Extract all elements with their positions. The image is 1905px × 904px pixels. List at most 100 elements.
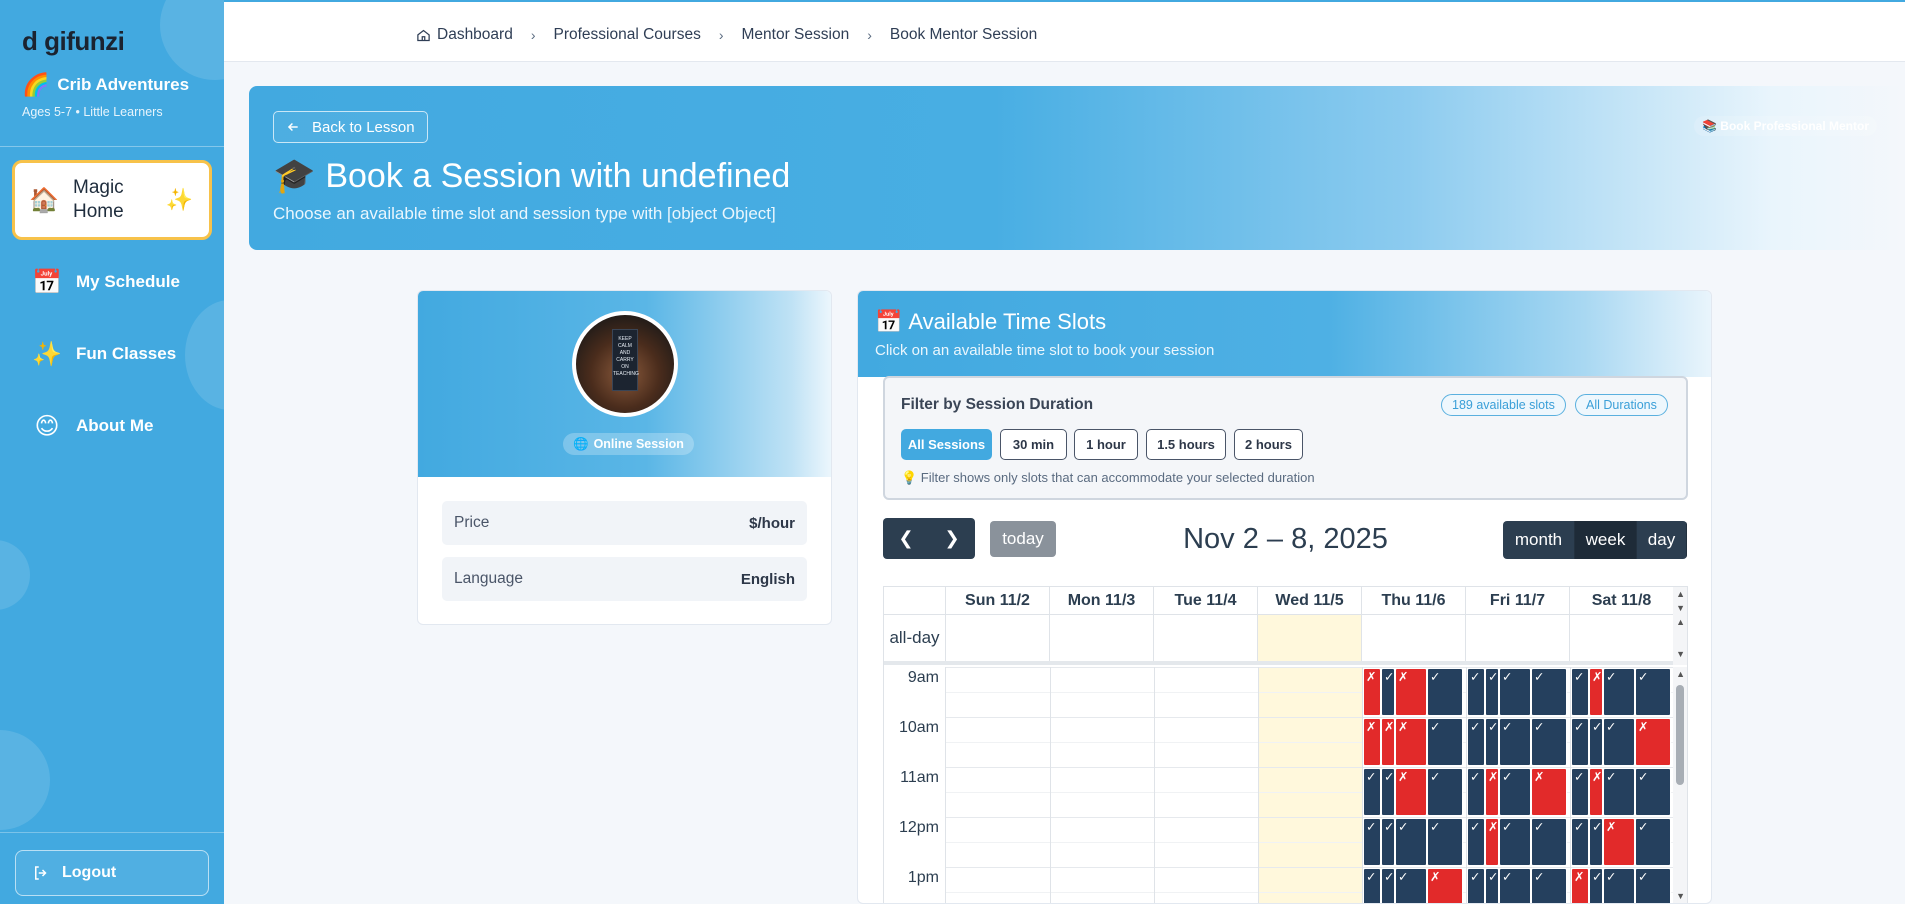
breadcrumb-dashboard[interactable]: Dashboard [416,26,513,44]
duration-1hour-button[interactable]: 1 hour [1074,429,1138,460]
available-slot[interactable]: ✓ [1381,818,1395,866]
day-header[interactable]: Sun 11/2 [946,587,1050,615]
available-slot[interactable]: ✓ [1531,818,1567,866]
slots-subtitle: Click on an available time slot to book … [875,342,1215,359]
available-slot[interactable]: ✓ [1467,718,1485,766]
available-slot[interactable]: ✓ [1485,668,1499,716]
day-header[interactable]: Tue 11/4 [1154,587,1258,615]
available-slot[interactable]: ✓ [1381,868,1395,903]
available-slot[interactable]: ✓ [1635,668,1671,716]
available-slot[interactable]: ✓ [1531,718,1567,766]
available-slot[interactable]: ✓ [1571,718,1589,766]
duration-1-5hours-button[interactable]: 1.5 hours [1146,429,1226,460]
booked-slot[interactable]: ✗ [1363,668,1381,716]
day-header[interactable]: Thu 11/6 [1362,587,1466,615]
available-slot[interactable]: ✓ [1589,718,1603,766]
available-slot[interactable]: ✓ [1363,868,1381,903]
slots-header: 📅 Available Time Slots Click on an avail… [858,291,1711,377]
breadcrumb-mentor-session[interactable]: Mentor Session [742,26,850,44]
all-day-cell[interactable] [1154,615,1258,661]
available-slot[interactable]: ✓ [1571,818,1589,866]
available-slot[interactable]: ✓ [1427,818,1463,866]
available-slot[interactable]: ✓ [1363,768,1381,816]
available-slot[interactable]: ✓ [1499,668,1531,716]
available-slot[interactable]: ✓ [1363,818,1381,866]
back-to-lesson-button[interactable]: Back to Lesson [273,111,428,143]
booked-slot[interactable]: ✗ [1589,768,1603,816]
duration-2hours-button[interactable]: 2 hours [1234,429,1303,460]
app-logo[interactable]: d gifunzi [22,26,125,57]
booked-slot[interactable]: ✗ [1381,718,1395,766]
available-slot[interactable]: ✓ [1571,668,1589,716]
sidebar-item-fun-classes[interactable]: ✨ Fun Classes [12,334,212,374]
all-day-cell[interactable] [946,615,1050,661]
available-slot[interactable]: ✓ [1499,868,1531,903]
booked-slot[interactable]: ✗ [1395,668,1427,716]
available-slot[interactable]: ✓ [1635,768,1671,816]
available-slot[interactable]: ✓ [1589,818,1603,866]
available-slot[interactable]: ✓ [1589,868,1603,903]
available-slot[interactable]: ✓ [1635,818,1671,866]
available-slot[interactable]: ✓ [1427,768,1463,816]
sidebar-item-about-me[interactable]: 😊 About Me [12,406,212,446]
booked-slot[interactable]: ✗ [1485,818,1499,866]
available-slot[interactable]: ✓ [1603,668,1635,716]
view-month-button[interactable]: month [1503,521,1575,559]
selected-duration-badge: All Durations [1575,394,1668,416]
available-slot[interactable]: ✓ [1395,868,1427,903]
booked-slot[interactable]: ✗ [1395,718,1427,766]
booked-slot[interactable]: ✗ [1363,718,1381,766]
available-slot[interactable]: ✓ [1531,668,1567,716]
available-slot[interactable]: ✓ [1499,768,1531,816]
day-header[interactable]: Mon 11/3 [1050,587,1154,615]
available-slot[interactable]: ✓ [1381,768,1395,816]
booked-slot[interactable]: ✗ [1395,768,1427,816]
day-header[interactable]: Sat 11/8 [1570,587,1674,615]
available-slot[interactable]: ✓ [1485,868,1499,903]
available-slot[interactable]: ✓ [1427,718,1463,766]
available-slot[interactable]: ✓ [1381,668,1395,716]
duration-30min-button[interactable]: 30 min [1000,429,1067,460]
available-slot[interactable]: ✓ [1485,718,1499,766]
breadcrumb-professional-courses[interactable]: Professional Courses [554,26,701,44]
available-slot[interactable]: ✓ [1603,768,1635,816]
day-header[interactable]: Fri 11/7 [1466,587,1570,615]
booked-slot[interactable]: ✗ [1571,868,1589,903]
available-slot[interactable]: ✓ [1467,868,1485,903]
available-slot[interactable]: ✓ [1603,868,1635,903]
available-slot[interactable]: ✓ [1467,668,1485,716]
booked-slot[interactable]: ✗ [1589,668,1603,716]
available-slot[interactable]: ✓ [1467,768,1485,816]
all-day-cell[interactable] [1570,615,1674,661]
header-scrollbar[interactable]: ▲ ▼ ▲ ▼ [1673,587,1687,665]
booked-slot[interactable]: ✗ [1603,818,1635,866]
sidebar-item-magic-home[interactable]: 🏠 Magic Home ✨ [12,160,212,240]
scrollbar-thumb[interactable] [1676,685,1684,785]
available-slot[interactable]: ✓ [1427,668,1463,716]
available-slot[interactable]: ✓ [1499,718,1531,766]
duration-all-button[interactable]: All Sessions [901,429,992,460]
all-day-cell[interactable] [1466,615,1570,661]
sidebar-item-my-schedule[interactable]: 📅 My Schedule [12,262,212,302]
day-header[interactable]: Wed 11/5 [1258,587,1362,615]
available-slot[interactable]: ✓ [1531,868,1567,903]
available-slot[interactable]: ✓ [1635,868,1671,903]
all-day-cell[interactable] [1050,615,1154,661]
view-day-button[interactable]: day [1637,521,1687,559]
booked-slot[interactable]: ✗ [1485,768,1499,816]
all-day-cell-today[interactable] [1258,615,1362,661]
booked-slot[interactable]: ✗ [1635,718,1671,766]
available-slot[interactable]: ✓ [1571,768,1589,816]
available-slot[interactable]: ✓ [1603,718,1635,766]
rainbow-icon: 🌈 [22,72,50,97]
all-day-cell[interactable] [1362,615,1466,661]
available-slot[interactable]: ✓ [1395,818,1427,866]
scroll-down-icon: ▼ [1676,603,1685,613]
logout-button[interactable]: Logout [15,850,209,896]
booked-slot[interactable]: ✗ [1427,868,1463,903]
booked-slot[interactable]: ✗ [1531,768,1567,816]
available-slot[interactable]: ✓ [1499,818,1531,866]
available-slot[interactable]: ✓ [1467,818,1485,866]
view-week-button[interactable]: week [1575,521,1637,559]
time-grid-scrollbar[interactable]: ▲ ▼ [1673,667,1687,903]
